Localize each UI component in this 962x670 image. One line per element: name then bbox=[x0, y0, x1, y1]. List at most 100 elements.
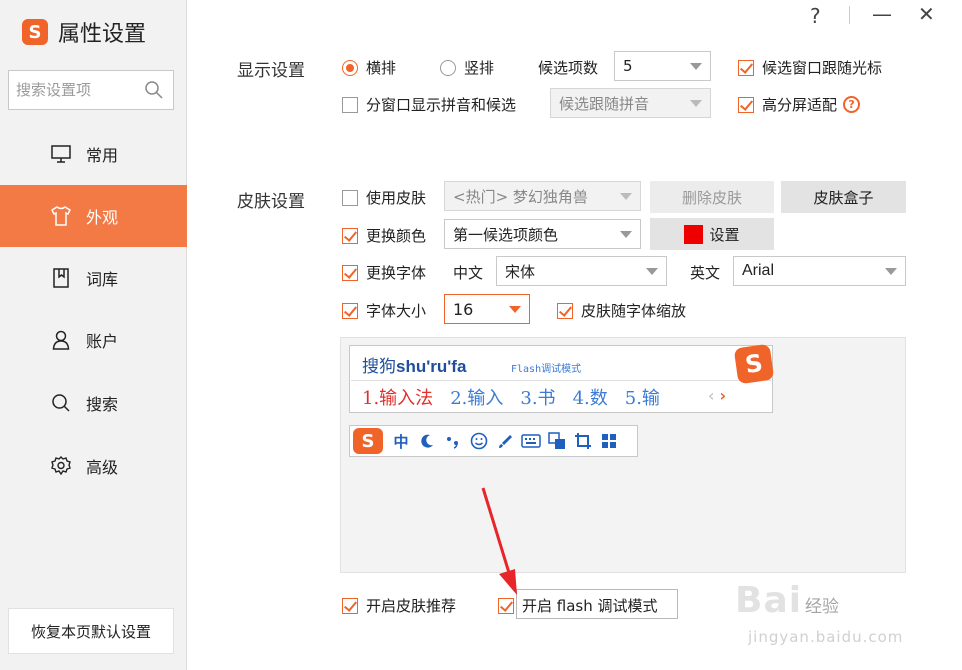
watermark-logo: Bai bbox=[735, 580, 803, 621]
hidpi-option[interactable]: 高分屏适配 ? bbox=[738, 94, 861, 115]
color-swatch bbox=[684, 224, 704, 244]
vertical-radio[interactable] bbox=[440, 59, 456, 76]
english-font-value: Arial bbox=[742, 262, 775, 279]
minimize-button[interactable]: — bbox=[872, 2, 892, 26]
chevron-down-icon bbox=[690, 63, 702, 70]
color-target-select[interactable]: 第一候选项颜色 bbox=[444, 219, 641, 249]
use-skin-label: 使用皮肤 bbox=[366, 189, 427, 207]
english-font-label: 英文 bbox=[690, 264, 721, 282]
candidate-item: 5.输 bbox=[624, 388, 660, 409]
skin-select: <热门> 梦幻独角兽 bbox=[444, 181, 641, 211]
grid-icon bbox=[597, 429, 621, 453]
chinese-font-select[interactable]: 宋体 bbox=[496, 256, 667, 286]
font-size-checkbox[interactable] bbox=[342, 302, 358, 319]
font-size-select[interactable]: 16 bbox=[444, 294, 530, 324]
skin-value: <热门> 梦幻独角兽 bbox=[453, 187, 588, 206]
pinyin-composition: 搜狗shu'ru'fa bbox=[362, 352, 466, 377]
change-font-option[interactable]: 更换字体 bbox=[342, 262, 426, 283]
user-icon bbox=[50, 329, 72, 351]
screenshot-icon bbox=[545, 429, 569, 453]
settings-search[interactable] bbox=[8, 70, 174, 110]
chevron-down-icon bbox=[620, 231, 632, 238]
skin-box-button[interactable]: 皮肤盒子 bbox=[781, 181, 906, 213]
punctuation-icon bbox=[441, 429, 465, 453]
chevron-right-icon: › bbox=[719, 386, 727, 405]
chevron-down-icon bbox=[885, 268, 897, 275]
help-circle-icon[interactable]: ? bbox=[843, 96, 861, 113]
vertical-radio-option[interactable]: 竖排 bbox=[440, 57, 494, 78]
split-window-checkbox[interactable] bbox=[342, 96, 358, 113]
horizontal-radio[interactable] bbox=[342, 59, 358, 76]
candidate-list: 1.输入法 2.输入 3.书 4.数 5.输 bbox=[362, 384, 677, 410]
candidate-divider bbox=[351, 380, 771, 381]
color-set-button[interactable]: 设置 bbox=[650, 218, 774, 250]
split-window-option[interactable]: 分窗口显示拼音和候选 bbox=[342, 94, 516, 115]
sogou-logo-icon: S bbox=[733, 343, 775, 385]
sidebar-item-dictionary[interactable]: 词库 bbox=[0, 247, 187, 309]
chevron-down-icon bbox=[509, 306, 521, 313]
window-controls-divider bbox=[849, 6, 850, 24]
app-logo: S 属性设置 bbox=[22, 16, 146, 48]
brush-icon bbox=[493, 429, 517, 453]
candidate-count-value: 5 bbox=[623, 57, 633, 75]
chevron-down-icon bbox=[690, 100, 702, 107]
red-arrow-annotation bbox=[481, 487, 517, 595]
sidebar-item-label: 词库 bbox=[86, 270, 119, 289]
font-size-option[interactable]: 字体大小 bbox=[342, 300, 426, 321]
watermark-text: 经验 bbox=[805, 597, 839, 617]
watermark-url: jingyan.baidu.com bbox=[748, 628, 904, 646]
horizontal-radio-option[interactable]: 横排 bbox=[342, 57, 396, 78]
sidebar-item-label: 外观 bbox=[86, 208, 119, 227]
reset-defaults-button[interactable]: 恢复本页默认设置 bbox=[8, 608, 174, 654]
search-icon bbox=[50, 392, 72, 414]
search-input[interactable] bbox=[16, 81, 136, 99]
sidebar-item-label: 常用 bbox=[86, 146, 119, 165]
delete-skin-button: 删除皮肤 bbox=[650, 181, 774, 213]
sidebar-item-label: 搜索 bbox=[86, 395, 119, 414]
keyboard-icon bbox=[519, 429, 543, 453]
moon-icon bbox=[415, 429, 439, 453]
sidebar-item-search[interactable]: 搜索 bbox=[0, 372, 187, 434]
follow-cursor-label: 候选窗口跟随光标 bbox=[762, 59, 883, 77]
vertical-label: 竖排 bbox=[464, 59, 495, 77]
color-set-label: 设置 bbox=[709, 225, 740, 244]
candidate-page-nav: ‹ › bbox=[708, 386, 726, 405]
candidate-item: 1.输入法 bbox=[362, 388, 434, 409]
sidebar-item-general[interactable]: 常用 bbox=[0, 123, 187, 185]
skin-recommend-label: 开启皮肤推荐 bbox=[366, 597, 457, 615]
skin-recommend-option[interactable]: 开启皮肤推荐 bbox=[342, 595, 456, 616]
change-color-label: 更换颜色 bbox=[366, 227, 427, 245]
change-color-option[interactable]: 更换颜色 bbox=[342, 225, 426, 246]
english-font-select[interactable]: Arial bbox=[733, 256, 906, 286]
candidate-item: 4.数 bbox=[572, 388, 608, 409]
chinese-mode-icon: 中 bbox=[393, 432, 409, 451]
sidebar-item-account[interactable]: 账户 bbox=[0, 309, 187, 371]
color-target-value: 第一候选项颜色 bbox=[453, 225, 559, 244]
candidate-count-select[interactable]: 5 bbox=[614, 51, 711, 81]
candidate-window-preview: 搜狗shu'ru'fa Flash调试模式 1.输入法 2.输入 3.书 4.数… bbox=[349, 345, 773, 413]
use-skin-checkbox[interactable] bbox=[342, 189, 358, 206]
follow-cursor-checkbox[interactable] bbox=[738, 59, 754, 76]
scale-with-font-label: 皮肤随字体缩放 bbox=[581, 302, 687, 320]
help-button[interactable]: ? bbox=[810, 4, 821, 28]
sogou-logo-icon: S bbox=[22, 19, 48, 45]
search-icon[interactable] bbox=[144, 80, 164, 100]
sidebar-item-appearance[interactable]: 外观 bbox=[0, 185, 187, 247]
follow-cursor-option[interactable]: 候选窗口跟随光标 bbox=[738, 57, 882, 78]
close-button[interactable]: ✕ bbox=[918, 2, 935, 26]
split-window-label: 分窗口显示拼音和候选 bbox=[366, 96, 517, 114]
change-color-checkbox[interactable] bbox=[342, 227, 358, 244]
chevron-left-icon: ‹ bbox=[708, 386, 715, 405]
scale-with-font-option[interactable]: 皮肤随字体缩放 bbox=[557, 300, 686, 321]
change-font-checkbox[interactable] bbox=[342, 264, 358, 281]
emoji-icon bbox=[467, 429, 491, 453]
hidpi-label: 高分屏适配 bbox=[762, 96, 838, 114]
scale-with-font-checkbox[interactable] bbox=[557, 302, 573, 319]
use-skin-option[interactable]: 使用皮肤 bbox=[342, 187, 426, 208]
monitor-icon bbox=[50, 143, 72, 165]
sidebar-item-advanced[interactable]: 高级 bbox=[0, 435, 187, 497]
split-mode-select: 候选跟随拼音 bbox=[550, 88, 711, 118]
hidpi-checkbox[interactable] bbox=[738, 96, 754, 113]
flash-debug-label: 开启 flash 调试模式 bbox=[522, 597, 658, 615]
skin-recommend-checkbox[interactable] bbox=[342, 597, 358, 614]
